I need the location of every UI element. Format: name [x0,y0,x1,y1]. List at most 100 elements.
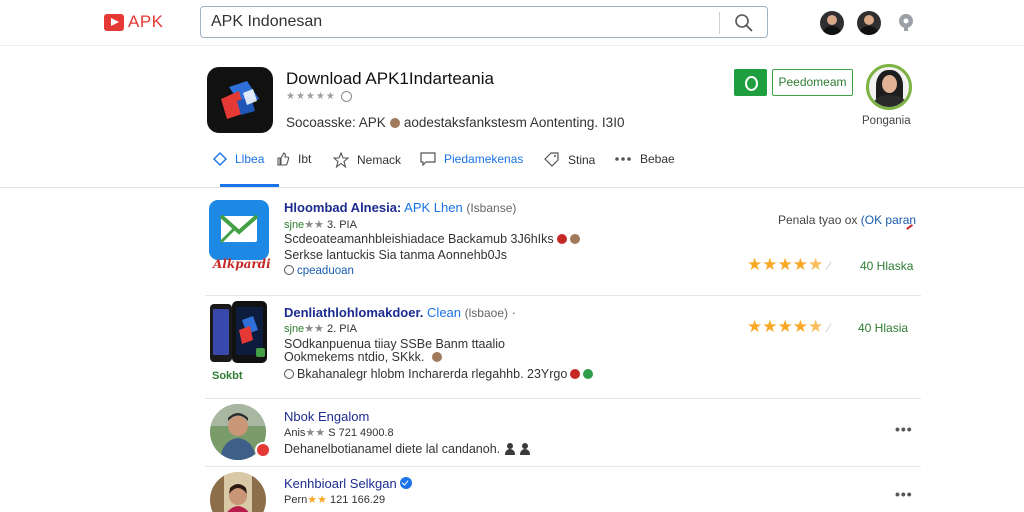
globe-icon [284,369,294,379]
search-icon[interactable] [733,12,755,34]
live-badge-icon [255,442,271,458]
globe-icon [284,265,294,275]
tab-label: Llbea [235,152,265,166]
site-logo[interactable]: APK [104,12,164,32]
play-logo-icon [104,13,124,31]
meta-stars: ★★ [304,323,324,335]
row-divider [205,295,921,296]
meta-label: Pern [284,494,308,506]
search-input[interactable] [211,11,711,33]
account-avatar-1[interactable] [820,11,844,35]
more-options-button[interactable]: ••• [895,421,913,437]
meta-stars: ★★ [304,219,324,231]
tabs-divider [0,187,1024,188]
result-title-paren: (lsbaoe) [464,306,508,320]
developer-avatar[interactable] [866,64,912,110]
app-title: Download APK1Indarteania [286,69,494,88]
emoji-icon [432,352,443,362]
account-avatar-2[interactable] [857,11,881,35]
diamond-icon [213,152,227,166]
result-title-accent: APK Lhen [404,200,463,215]
result-meta-2: sjne★★ 2. PIA [284,322,357,335]
result-score-1: 40 Hlaska [860,259,914,273]
info-icon[interactable] [341,91,352,102]
tab-bebae[interactable]: Bebae [614,152,675,166]
tab-stina[interactable]: Stina [544,152,595,168]
row-divider [205,398,921,399]
result-thumbnail-1[interactable]: Alkpardip [209,200,271,278]
result-score-2: 40 Hlasia [858,321,909,335]
result-stars-2: ★★★★★ ⁄ [747,317,830,336]
meta-stars: ★★ [305,427,326,439]
search-box[interactable] [200,6,768,38]
tab-label: Ibt [298,152,312,166]
emoji-icon [389,118,400,128]
thumbnail-caption: Alkpardip [213,257,271,271]
result-title-paren: (Isbanse) [466,201,517,215]
link-text: cpeaduoan [297,265,354,277]
badge-icon [583,369,594,379]
result-line1-3: Dehanelbotianamel diete lal candanoh. [284,442,531,456]
result-title-1[interactable]: Hloombad Alnesia: APK Lhen (Isbanse) [284,200,516,215]
meta-stars: ★★ [307,494,327,506]
tab-llbea[interactable]: Llbea [213,152,264,166]
person-icon [505,443,516,455]
note-text: Penala tyao ox [778,213,858,227]
verified-icon [400,477,413,489]
chat-bubble-icon [420,152,436,166]
result-title-text: Kenhbioarl Selkgan [284,476,397,491]
result-line1-1: Scdeoateamanhbleishiadace Backamub 3J6hI… [284,232,580,246]
app-description-head: Socoasske: APK [286,115,386,130]
result-title-2[interactable]: Denliathlohlomakdoer. Clean (lsbaoe) · [284,305,516,320]
thumbnail-caption: Sokbt [212,370,243,382]
emoji-icon [569,234,580,244]
notification-icon[interactable] [896,12,916,32]
person-icon [520,443,531,455]
result-title-text: Hloombad Alnesia: [284,200,402,215]
search-divider [719,12,720,34]
tab-ibt[interactable]: Ibt [276,152,311,166]
result-line2-2: Ookmekems ntdio, SKkk. [284,350,443,364]
app-description-tail: aodestaksfankstesm Aontenting. I3I0 [403,115,625,130]
result-title-4[interactable]: Kenhbioarl Selkgan [284,476,413,491]
result-line1-2: SOdkanpuenua tiiay SSBe Banm ttaalio [284,337,505,351]
result-line2-1: Serkse lantuckis Sia tanma Aonnehb0Js [284,248,508,262]
app-icon[interactable] [207,67,273,133]
result-title-accent: Clean [427,305,462,320]
row-divider [205,466,921,467]
tab-piedamekenas[interactable]: Piedamekenas [420,152,523,166]
more-icon [615,157,631,161]
install-button[interactable] [734,69,767,96]
meta-label: sjne [284,219,305,231]
tab-nemack[interactable]: Nemack [333,152,401,168]
result-meta-4: Pern★★ 121 166.29 [284,493,385,506]
tab-label: Piedamekenas [444,152,524,166]
result-line3-2: Bkahanalegr hlobm Incharerda rlegahhb. 2… [284,367,594,381]
developer-name[interactable]: Pongania [862,115,911,127]
tab-label: Stina [568,153,596,167]
result-thumbnail-2[interactable]: Sokbt [209,300,271,382]
meta-rest: 3. PIA [326,219,357,231]
result-link-1[interactable]: cpeaduoan [284,265,354,277]
thumb-up-icon [277,152,290,166]
line-text: Dehanelbotianamel diete lal candanoh. [284,442,501,456]
more-options-button[interactable]: ••• [895,486,913,502]
result-meta-1: sjne★★ 3. PIA [284,218,357,231]
logo-text: APK [128,12,164,31]
result-title-3[interactable]: Nbok Engalom [284,409,369,424]
tab-label: Bebae [640,152,675,166]
result-stars-1: ★★★★★ ⁄ [747,255,830,274]
result-avatar-4[interactable] [210,472,266,512]
line-text: Scdeoateamanhbleishiadace Backamub 3J6hI… [284,232,554,246]
line-text: Ookmekems ntdio, SKkk. [284,350,425,364]
top-bar: APK [0,0,1024,46]
result-meta-3: Anis★★ S 721 4900.8 [284,426,394,439]
meta-rest: S 721 4900.8 [328,427,394,439]
meta-label: sjne [284,323,305,335]
badge-icon [556,234,567,244]
tag-icon [544,152,559,167]
star-outline-icon [333,152,349,168]
line-text: Bkahanalegr hlobm Incharerda rlegahhb. 2… [297,367,568,381]
meta-rest: 121 166.29 [330,494,386,506]
download-button[interactable]: Peedomeam [772,69,853,96]
